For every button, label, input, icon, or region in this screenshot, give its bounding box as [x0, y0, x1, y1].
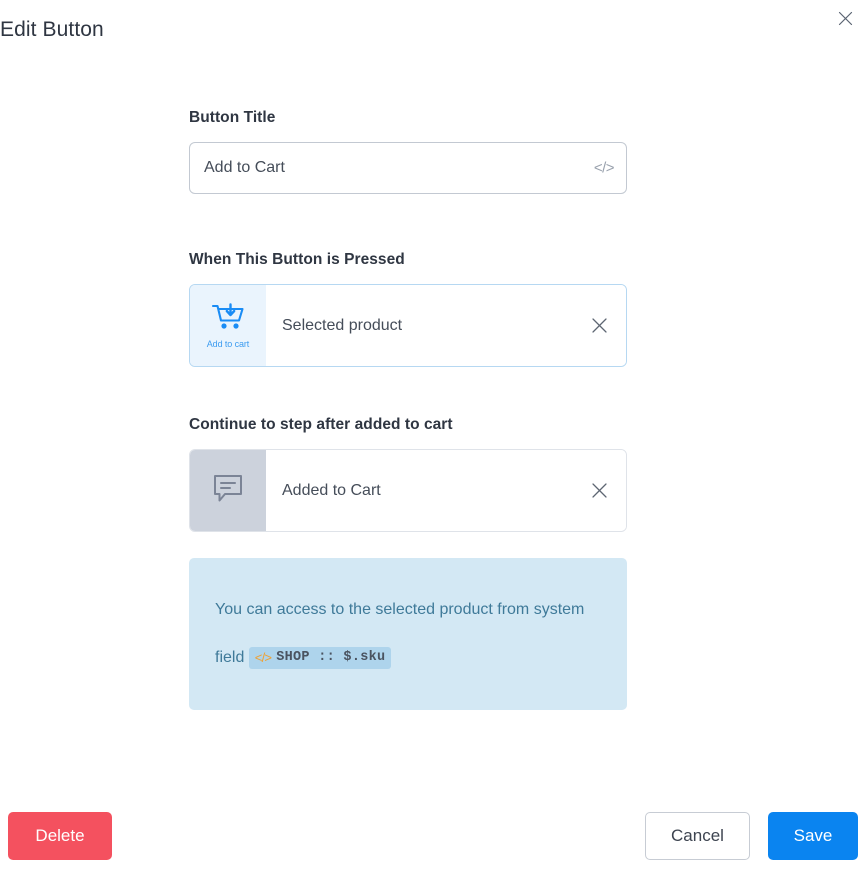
button-title-label: Button Title [189, 109, 276, 126]
card-body: Selected product [266, 285, 626, 366]
next-step-card[interactable]: Added to Cart [189, 449, 627, 532]
action-section-label: When This Button is Pressed [189, 251, 405, 268]
card-thumbnail-label: Add to cart [206, 338, 250, 349]
card-thumbnail [190, 450, 266, 531]
cancel-button[interactable]: Cancel [645, 812, 750, 860]
remove-selected-product-button[interactable] [588, 315, 610, 337]
footer-actions: Cancel Save [645, 812, 858, 860]
add-to-cart-icon [211, 302, 245, 336]
selected-product-card[interactable]: Add to cart Selected product [189, 284, 627, 367]
edit-button-form: Button Title </> When This Button is Pre… [189, 108, 627, 710]
code-icon: </> [254, 649, 272, 665]
code-icon[interactable]: </> [594, 160, 615, 177]
close-modal-button[interactable] [832, 5, 858, 31]
save-button[interactable]: Save [768, 812, 858, 860]
modal-footer: Delete Cancel Save [0, 800, 868, 872]
next-step-section-label: Continue to step after added to cart [189, 416, 453, 433]
system-field-chip-label: SHOP :: $.sku [276, 649, 386, 665]
next-step-name: Added to Cart [282, 481, 381, 499]
page-title: Edit Button [0, 18, 104, 41]
card-thumbnail: Add to cart [190, 285, 266, 366]
info-banner: You can access to the selected product f… [189, 558, 627, 710]
button-title-field[interactable]: </> [189, 142, 627, 194]
button-title-input[interactable] [190, 143, 626, 193]
system-field-chip[interactable]: </> SHOP :: $.sku [248, 646, 392, 669]
selected-product-name: Selected product [282, 316, 403, 334]
close-icon [838, 11, 853, 26]
remove-next-step-button[interactable] [588, 480, 610, 502]
delete-button[interactable]: Delete [8, 812, 112, 860]
card-body: Added to Cart [266, 450, 626, 531]
message-icon [212, 473, 244, 509]
